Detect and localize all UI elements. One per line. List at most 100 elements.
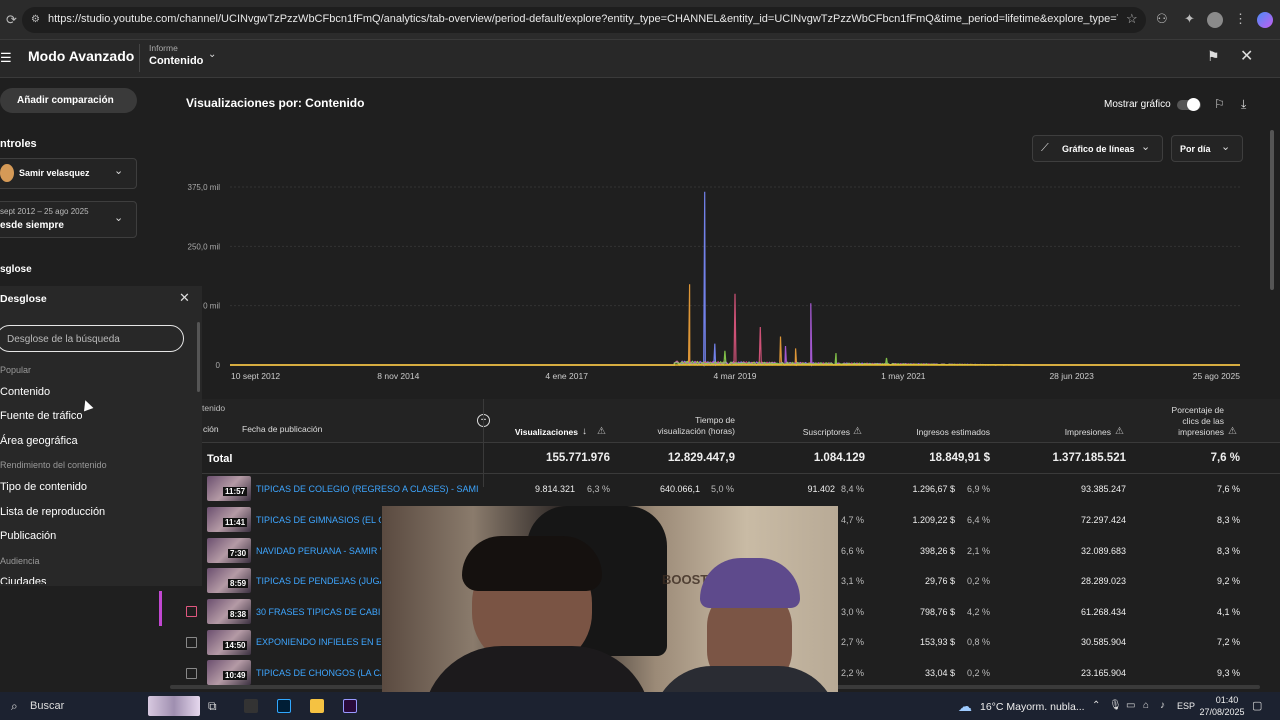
premiere-icon[interactable] <box>343 699 357 713</box>
video-title[interactable]: TIPICAS DE PENDEJAS (JUGAD <box>256 576 381 586</box>
total-ctr: 7,6 % <box>1210 452 1240 464</box>
row-views-pct: 6,3 % <box>586 484 610 494</box>
total-label: Total <box>207 453 233 465</box>
row-subs-pct: 8,4 % <box>840 484 864 494</box>
row-revenue: 153,93 $ <box>919 637 955 647</box>
warning-icon: ⚠ <box>853 426 862 437</box>
network-icon[interactable]: ⌂ <box>1143 700 1149 711</box>
col-header-subscribers[interactable]: Suscriptores <box>770 427 850 438</box>
tray-chevron-icon[interactable]: ⌃ <box>1092 700 1100 711</box>
hamburger-icon[interactable]: ☰ <box>0 50 12 66</box>
weather-text[interactable]: 16°C Mayorm. nubla... <box>980 701 1085 713</box>
row-impressions: 72.297.424 <box>1080 515 1126 525</box>
warning-icon: ⚠ <box>1228 426 1237 437</box>
show-chart-label: Mostrar gráfico <box>1104 99 1171 110</box>
row-checkbox[interactable] <box>186 606 197 617</box>
search-highlight-image <box>148 696 200 716</box>
y-tick-label: 0 mil <box>203 302 220 311</box>
live-app-icon[interactable] <box>244 699 258 713</box>
col-header-watch-time[interactable]: Tiempo de visualización (horas) <box>645 415 735 437</box>
weather-icon: ☁ <box>958 698 972 714</box>
report-selector[interactable]: Contenido <box>149 55 203 67</box>
group-heading-popular: Popular <box>0 365 32 375</box>
reload-icon[interactable]: ⟳ <box>6 12 17 28</box>
col-header-content[interactable]: ción <box>203 424 219 434</box>
close-icon[interactable]: ✕ <box>1240 46 1253 66</box>
feedback-icon[interactable]: ⚑ <box>1207 48 1220 65</box>
url-text[interactable]: https://studio.youtube.com/channel/UCINv… <box>48 13 1118 25</box>
col-header-impressions[interactable]: Impresiones <box>1025 427 1111 438</box>
views-line-chart: 375,0 mil 250,0 mil 0 mil 0 10 sept 2012 8 no… <box>188 183 1241 381</box>
video-title[interactable]: TIPICAS DE COLEGIO (REGRESO A CLASES) - … <box>256 484 478 494</box>
group-heading-audiencia: Audiencia <box>0 556 40 566</box>
col-header-pub-date[interactable]: Fecha de publicación <box>242 424 322 434</box>
chevron-down-icon[interactable]: ⌄ <box>114 164 123 177</box>
breakdown-item-publicacion[interactable]: Publicación <box>0 530 56 542</box>
row-subscribers: 91.402 <box>807 484 835 494</box>
row-checkbox[interactable] <box>186 668 197 679</box>
language-indicator[interactable]: ESP <box>1177 701 1195 711</box>
media-player-icon[interactable] <box>310 699 324 713</box>
bookmark-star-icon[interactable]: ☆ <box>1126 11 1138 27</box>
video-duration: 11:41 <box>223 518 248 527</box>
download-icon[interactable]: ⤓ <box>1241 97 1246 112</box>
header-divider <box>139 44 140 72</box>
photoshop-icon[interactable] <box>277 699 291 713</box>
task-view-icon[interactable]: ⧉ <box>208 699 217 714</box>
y-tick-label: 250,0 mil <box>188 242 221 251</box>
video-title[interactable]: 30 FRASES TIPICAS DE CABINA <box>256 607 381 617</box>
total-subscribers: 1.084.129 <box>813 452 865 464</box>
taskbar-search[interactable]: Buscar <box>30 700 64 712</box>
row-checkbox[interactable] <box>186 637 197 648</box>
site-info-icon[interactable]: ⚙ <box>31 14 40 25</box>
total-revenue: 18.849,91 $ <box>929 452 990 464</box>
breakdown-item-area-geografica[interactable]: Área geográfica <box>0 435 78 447</box>
x-tick-label: 4 ene 2017 <box>545 371 588 381</box>
search-icon[interactable]: ⌕ <box>11 699 18 714</box>
profile-avatar[interactable] <box>1207 12 1223 28</box>
row-revenue: 398,26 $ <box>919 546 955 556</box>
browser-menu-icon[interactable]: ⋮ <box>1234 11 1247 27</box>
clock-date[interactable]: 27/08/2025 <box>1198 707 1246 717</box>
sort-down-icon[interactable]: ↓ <box>582 426 587 437</box>
row-subs-pct: 4,7 % <box>840 515 864 525</box>
x-tick-label: 28 jun 2023 <box>1049 371 1094 381</box>
page-scrollbar[interactable] <box>1270 130 1274 290</box>
breakdown-item-contenido[interactable]: Contenido <box>0 386 50 398</box>
breakdown-item-lista-reproduccion[interactable]: Lista de reproducción <box>0 506 105 518</box>
col-header-views[interactable]: Visualizaciones <box>498 427 578 438</box>
breakdown-item-tipo-contenido[interactable]: Tipo de contenido <box>0 481 87 493</box>
video-duration: 11:57 <box>223 487 248 496</box>
breakdown-item-fuente-trafico[interactable]: Fuente de tráfico <box>0 410 83 422</box>
breakdown-panel-title: Desglose <box>0 293 47 305</box>
group-heading-rendimiento: Rendimiento del contenido <box>0 460 107 470</box>
toggle-knob <box>1187 98 1200 111</box>
video-title[interactable]: TIPICAS DE CHONGOS (LA CAS <box>256 668 381 678</box>
battery-icon[interactable]: ▭ <box>1126 700 1135 711</box>
x-tick-label: 25 ago 2025 <box>1193 371 1241 381</box>
extensions-icon[interactable]: ⚇ <box>1156 11 1168 27</box>
chevron-down-icon[interactable]: ⌄ <box>114 211 123 224</box>
clock-time[interactable]: 01:40 <box>1208 695 1246 705</box>
bookmark-icon[interactable]: ⚐ <box>1214 97 1225 111</box>
row-subs-pct: 6,6 % <box>840 546 864 556</box>
date-range-value: esde siempre <box>0 220 64 231</box>
chevron-down-icon[interactable]: ⌄ <box>208 49 216 60</box>
video-title[interactable]: TIPICAS DE GIMNASIOS (EL GY <box>256 515 381 525</box>
notifications-icon[interactable]: ▢ <box>1252 699 1262 712</box>
chevron-down-icon: ⌄ <box>1141 141 1151 153</box>
volume-icon[interactable]: ♪ <box>1160 700 1165 711</box>
granularity-label: Por día <box>1180 144 1211 154</box>
col-header-ctr[interactable]: Porcentaje de clics de las impresiones <box>1160 405 1224 438</box>
video-title[interactable]: EXPONIENDO INFIELES EN EL P <box>256 637 381 647</box>
y-tick-label: 375,0 mil <box>188 183 221 192</box>
col-header-revenue[interactable]: Ingresos estimados <box>890 427 990 438</box>
row-revenue-pct: 6,9 % <box>966 484 990 494</box>
puzzle-icon[interactable]: ✦ <box>1184 11 1195 27</box>
assistant-icon[interactable] <box>1257 12 1273 28</box>
series-line <box>230 191 1240 368</box>
report-caption: Informe <box>149 43 178 53</box>
microphone-icon[interactable]: 🎙 <box>1109 700 1122 711</box>
breakdown-item-ciudades[interactable]: Ciudades <box>0 576 46 584</box>
video-title[interactable]: NAVIDAD PERUANA - SAMIR VE <box>256 546 381 556</box>
